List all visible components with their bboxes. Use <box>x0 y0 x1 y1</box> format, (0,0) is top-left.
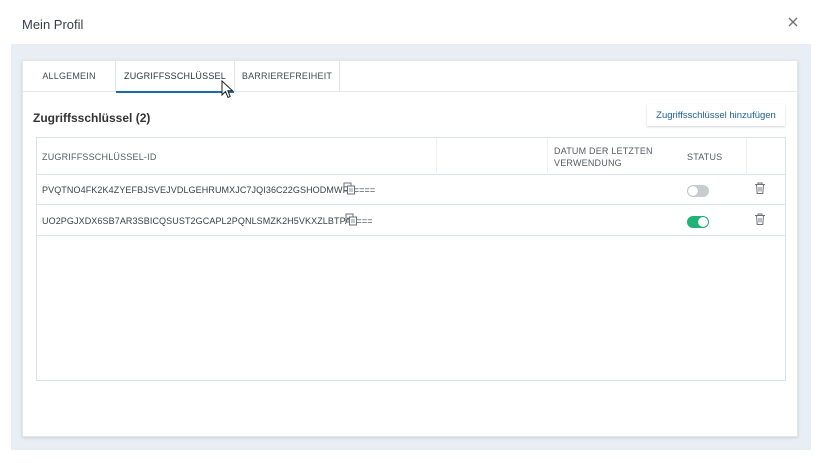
copy-icon[interactable] <box>343 182 356 195</box>
column-header-status: STATUS <box>687 138 747 175</box>
tab-allgemein[interactable]: ALLGEMEIN <box>23 61 116 92</box>
status-toggle[interactable] <box>687 185 709 197</box>
column-header-last-used: DATUM DER LETZTEN VERWENDUNG <box>554 145 653 168</box>
table-header: ZUGRIFFSSCHLÜSSEL-ID DATUM DER LETZTEN V… <box>37 138 785 175</box>
dialog-title: Mein Profil <box>22 17 84 32</box>
toggle-knob <box>688 186 698 196</box>
status-toggle[interactable] <box>687 216 709 228</box>
profile-card: ALLGEMEIN ZUGRIFFSSCHLÜSSEL BARRIEREFREI… <box>22 60 798 437</box>
section-title: Zugriffsschlüssel (2) <box>33 111 151 125</box>
table-row: UO2PGJXDX6SB7AR3SBICQSUST2GCAPL2PQNLSMZK… <box>37 206 785 236</box>
column-header-spacer <box>437 138 548 175</box>
dialog-header: Mein Profil <box>0 0 823 44</box>
trash-icon[interactable] <box>753 212 767 226</box>
access-key-id: PVQTNO4FK2K4ZYEFBJSVEJVDLGEHRUMXJC7JQI36… <box>42 185 376 195</box>
column-header-key-id: ZUGRIFFSSCHLÜSSEL-ID <box>42 138 437 175</box>
access-key-id: UO2PGJXDX6SB7AR3SBICQSUST2GCAPL2PQNLSMZK… <box>42 216 373 226</box>
close-icon <box>788 17 798 27</box>
tab-zugriffsschluessel[interactable]: ZUGRIFFSSCHLÜSSEL <box>116 61 235 93</box>
tab-bar: ALLGEMEIN ZUGRIFFSSCHLÜSSEL BARRIEREFREI… <box>23 61 797 93</box>
table-row: PVQTNO4FK2K4ZYEFBJSVEJVDLGEHRUMXJC7JQI36… <box>37 175 785 205</box>
toggle-knob <box>698 217 708 227</box>
tab-barrierefreiheit[interactable]: BARRIEREFREIHEIT <box>235 61 340 92</box>
trash-icon[interactable] <box>753 181 767 195</box>
add-access-key-button[interactable]: Zugriffsschlüssel hinzufügen <box>647 104 785 126</box>
close-button[interactable] <box>785 14 801 30</box>
copy-icon[interactable] <box>345 213 358 226</box>
access-keys-table: ZUGRIFFSSCHLÜSSEL-ID DATUM DER LETZTEN V… <box>36 137 786 381</box>
